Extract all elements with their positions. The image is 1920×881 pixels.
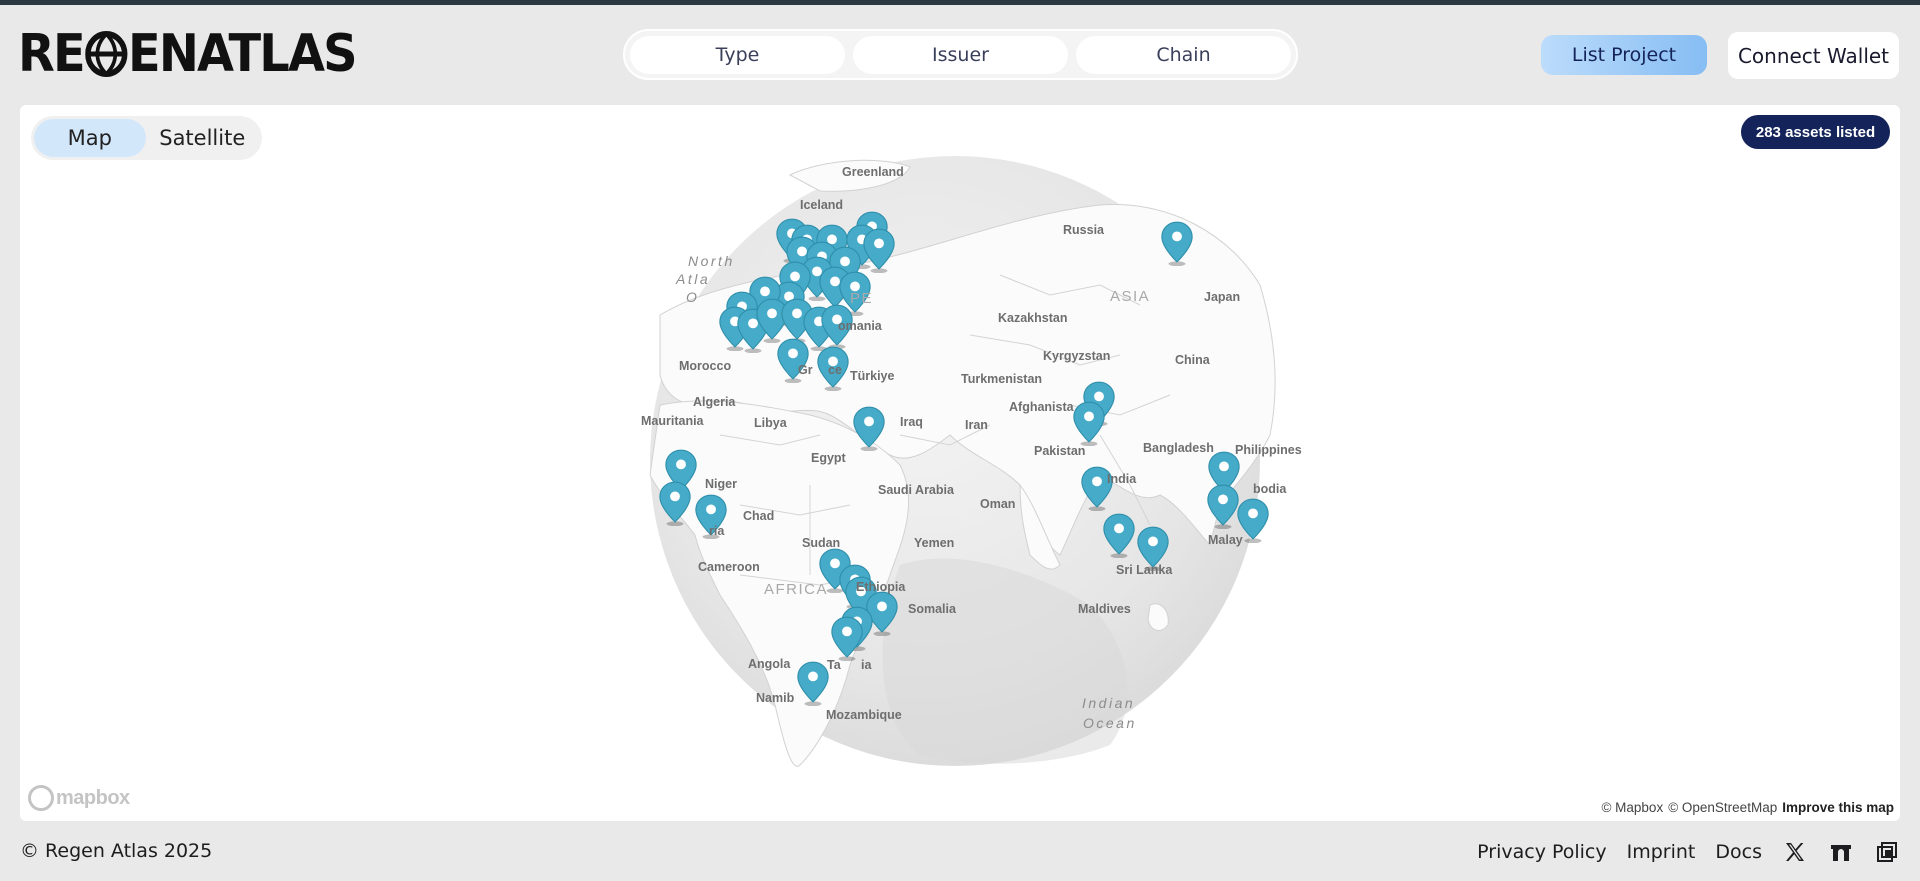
label-namibia: Namib bbox=[756, 691, 795, 705]
label-ethiopia: Ethiopia bbox=[856, 580, 906, 594]
label-pakistan: Pakistan bbox=[1034, 444, 1086, 458]
label-malaysia: Malay bbox=[1208, 533, 1243, 547]
logo-text-left: RE bbox=[18, 24, 86, 84]
label-saudi-arabia: Saudi Arabia bbox=[878, 483, 954, 497]
footer-copyright: © Regen Atlas 2025 bbox=[20, 840, 213, 862]
label-kyrgyzstan: Kyrgyzstan bbox=[1043, 349, 1111, 363]
x-icon[interactable] bbox=[1782, 839, 1808, 865]
label-somalia: Somalia bbox=[908, 602, 956, 616]
label-north-atlantic-3: O bbox=[686, 289, 700, 305]
filter-issuer-button[interactable]: Issuer bbox=[853, 35, 1068, 74]
label-iceland: Iceland bbox=[800, 198, 844, 212]
assets-count-badge: 283 assets listed bbox=[1741, 115, 1890, 149]
list-project-button[interactable]: List Project bbox=[1541, 35, 1707, 75]
label-india: India bbox=[1107, 472, 1137, 486]
label-sri-lanka: Sri Lanka bbox=[1116, 563, 1173, 577]
label-asia: ASIA bbox=[1110, 288, 1151, 305]
label-romania: omania bbox=[838, 319, 882, 333]
mapbox-logo[interactable]: mapbox bbox=[28, 785, 130, 811]
label-europe: PE bbox=[850, 290, 874, 307]
logo-text-right: ENATLAS bbox=[127, 24, 358, 84]
label-north-atlantic: North bbox=[688, 253, 735, 269]
label-philippines: Philippines bbox=[1235, 443, 1302, 457]
label-turkiye: Türkiye bbox=[850, 369, 895, 383]
label-russia: Russia bbox=[1063, 223, 1104, 237]
gitbook-arch-icon[interactable] bbox=[1828, 839, 1854, 865]
improve-map-link[interactable]: Improve this map bbox=[1782, 800, 1894, 815]
satellite-view-button[interactable]: Satellite bbox=[146, 119, 260, 157]
label-mauritania: Mauritania bbox=[641, 414, 704, 428]
map-view-toggle: Map Satellite bbox=[31, 116, 262, 160]
label-kazakhstan: Kazakhstan bbox=[998, 311, 1068, 325]
label-iraq: Iraq bbox=[900, 415, 923, 429]
label-algeria: Algeria bbox=[693, 395, 736, 409]
label-chad: Chad bbox=[743, 509, 775, 523]
label-greenland: Greenland bbox=[842, 165, 904, 179]
label-egypt: Egypt bbox=[811, 451, 846, 465]
map-attribution: © Mapbox © OpenStreetMap Improve this ma… bbox=[1601, 800, 1894, 815]
label-angola: Angola bbox=[748, 657, 791, 671]
label-tanzania-2: ia bbox=[861, 658, 872, 672]
mapbox-attribution-link[interactable]: © Mapbox bbox=[1601, 800, 1663, 815]
label-turkmenistan: Turkmenistan bbox=[961, 372, 1043, 386]
label-maldives: Maldives bbox=[1078, 602, 1131, 616]
label-cameroon: Cameroon bbox=[698, 560, 760, 574]
regen-atlas-logo[interactable]: RE ENATLAS bbox=[18, 24, 358, 84]
osm-attribution-link[interactable]: © OpenStreetMap bbox=[1668, 800, 1777, 815]
filter-type-button[interactable]: Type bbox=[630, 35, 845, 74]
mapbox-icon bbox=[28, 785, 54, 811]
filter-bar: Type Issuer Chain bbox=[623, 29, 1298, 80]
label-morocco: Morocco bbox=[679, 359, 732, 373]
label-africa: AFRICA bbox=[764, 581, 829, 598]
label-afghanistan: Afghanista bbox=[1009, 400, 1074, 414]
privacy-policy-link[interactable]: Privacy Policy bbox=[1477, 841, 1606, 863]
imprint-link[interactable]: Imprint bbox=[1627, 841, 1696, 863]
label-indian-ocean-2: Ocean bbox=[1083, 715, 1137, 731]
filter-chain-button[interactable]: Chain bbox=[1076, 35, 1291, 74]
label-iran: Iran bbox=[965, 418, 988, 432]
map-view-button[interactable]: Map bbox=[34, 119, 146, 157]
docs-link[interactable]: Docs bbox=[1715, 841, 1762, 863]
label-indian-ocean: Indian bbox=[1082, 695, 1136, 711]
label-libya: Libya bbox=[754, 416, 787, 430]
top-accent-strip bbox=[0, 0, 1920, 5]
label-sudan: Sudan bbox=[802, 536, 841, 550]
label-bangladesh: Bangladesh bbox=[1143, 441, 1214, 455]
map-panel[interactable]: Greenland Iceland Russia North Atla O PE… bbox=[20, 105, 1900, 821]
label-north-atlantic-2: Atla bbox=[676, 271, 711, 287]
connect-wallet-button[interactable]: Connect Wallet bbox=[1728, 32, 1899, 79]
paragraph-mirror-icon[interactable] bbox=[1874, 839, 1900, 865]
footer-links: Privacy Policy Imprint Docs bbox=[1477, 835, 1900, 869]
globe-map[interactable] bbox=[20, 105, 1900, 821]
label-niger: Niger bbox=[705, 477, 737, 491]
label-tanzania: Ta bbox=[827, 658, 841, 672]
label-yemen: Yemen bbox=[914, 536, 955, 550]
label-japan: Japan bbox=[1204, 290, 1241, 304]
label-cambodia: bodia bbox=[1253, 482, 1287, 496]
label-mozambique: Mozambique bbox=[826, 708, 902, 722]
globe-g-icon bbox=[84, 31, 128, 77]
label-china: China bbox=[1175, 353, 1210, 367]
label-greece-2: ce bbox=[828, 363, 842, 377]
label-nigeria: ria bbox=[709, 524, 725, 538]
label-oman: Oman bbox=[980, 497, 1016, 511]
label-greece: Gr bbox=[798, 363, 813, 377]
mapbox-logo-text: mapbox bbox=[56, 786, 130, 809]
